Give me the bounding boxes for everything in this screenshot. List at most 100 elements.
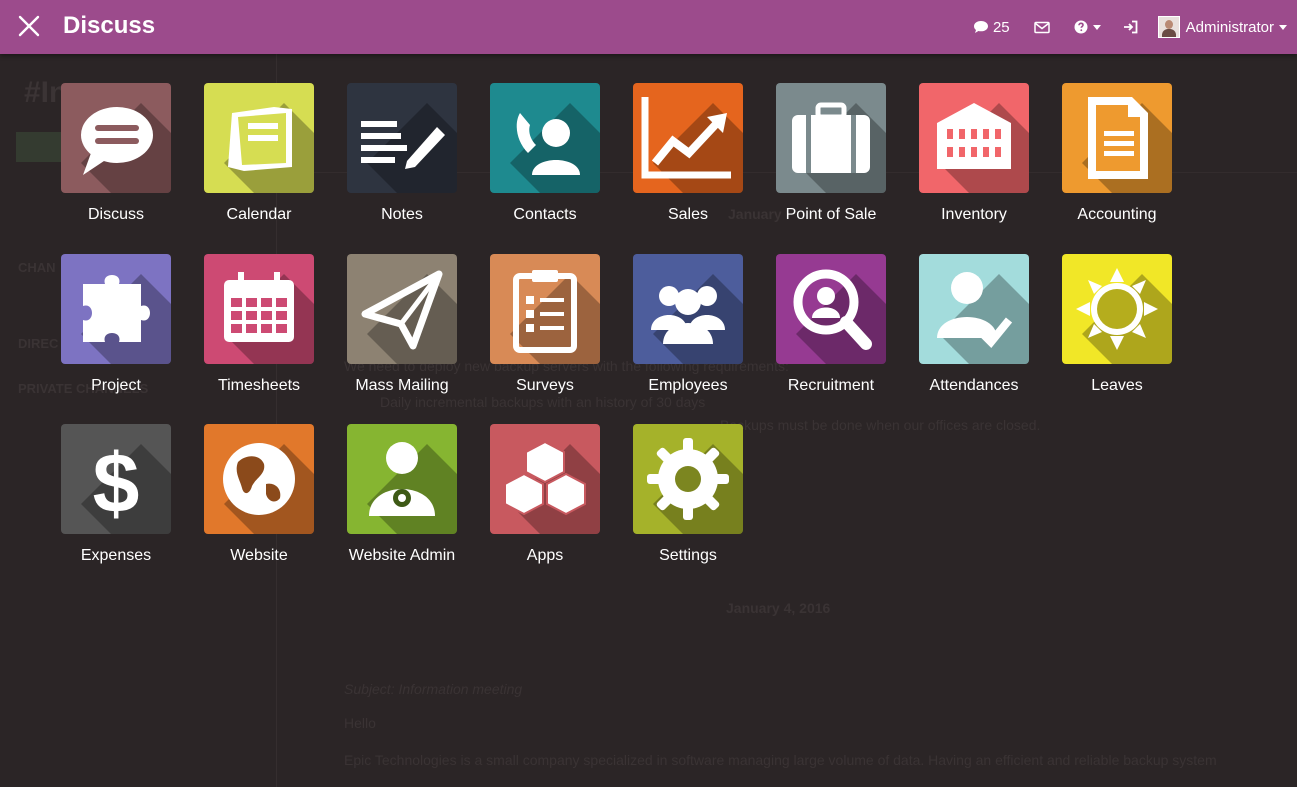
app-label: Apps xyxy=(526,547,564,564)
app-label: Attendances xyxy=(929,376,1019,394)
app-tile xyxy=(633,253,743,364)
app-tile xyxy=(1062,83,1172,193)
app-label: Employees xyxy=(648,376,728,394)
app-tile xyxy=(61,253,171,364)
app-mass-mailing[interactable]: Mass Mailing xyxy=(322,226,458,394)
app-label: Sales xyxy=(667,206,709,223)
app-sales[interactable]: Sales xyxy=(608,55,744,223)
sales-chart-icon xyxy=(641,97,743,193)
app-expenses[interactable]: $ Expenses xyxy=(36,396,172,564)
app-website-admin[interactable]: Website Admin xyxy=(322,396,458,564)
app-label: Website Admin xyxy=(348,547,456,564)
app-label: Leaves xyxy=(1091,376,1143,394)
app-settings[interactable]: Settings xyxy=(608,396,744,564)
app-menu-grid: Discuss Calendar Notes Contacts Sales Point o… xyxy=(0,0,1297,787)
cubes-icon xyxy=(504,440,600,534)
app-tile xyxy=(204,253,314,364)
app-tile xyxy=(61,83,171,193)
app-label: Inventory xyxy=(941,206,1007,223)
sign-in-icon xyxy=(1123,20,1138,34)
invoice-document-icon xyxy=(1082,97,1172,193)
briefcase-icon xyxy=(792,102,886,193)
app-tile xyxy=(776,253,886,364)
app-tile xyxy=(347,424,457,534)
app-tile xyxy=(919,253,1029,364)
app-website[interactable]: Website xyxy=(179,396,315,564)
app-tile: $ xyxy=(61,424,171,534)
envelope-icon xyxy=(1033,21,1050,33)
app-contacts[interactable]: Contacts xyxy=(465,55,601,223)
app-leaves[interactable]: Leaves xyxy=(1037,226,1173,394)
phone-contact-icon xyxy=(510,103,600,193)
app-label: Accounting xyxy=(1077,206,1157,223)
dollar-icon: $ xyxy=(81,436,171,534)
app-tile xyxy=(1062,253,1172,364)
app-label: Settings xyxy=(659,547,717,564)
app-tile xyxy=(347,83,457,193)
app-tile xyxy=(490,83,600,193)
app-apps[interactable]: Apps xyxy=(465,396,601,564)
app-calendar[interactable]: Calendar xyxy=(179,55,315,223)
close-app-menu-button[interactable] xyxy=(14,11,44,41)
app-surveys[interactable]: Surveys xyxy=(465,226,601,394)
app-label: Mass Mailing xyxy=(355,376,449,394)
app-point-of-sale[interactable]: Point of Sale xyxy=(751,55,887,223)
app-tile xyxy=(204,83,314,193)
paper-plane-icon xyxy=(361,270,457,364)
puzzle-icon xyxy=(81,273,171,364)
svg-text:$: $ xyxy=(93,436,140,530)
chevron-down-icon xyxy=(1092,24,1101,30)
chat-bubble-icon xyxy=(81,103,171,193)
app-label: Recruitment xyxy=(787,376,875,394)
help-menu-button[interactable] xyxy=(1074,20,1101,34)
warehouse-icon xyxy=(937,103,1029,193)
app-inventory[interactable]: Inventory xyxy=(894,55,1030,223)
app-label: Notes xyxy=(381,206,423,223)
app-notes[interactable]: Notes xyxy=(322,55,458,223)
chat-bubble-icon xyxy=(973,21,988,33)
user-menu-button[interactable]: Administrator xyxy=(1157,16,1287,38)
timesheet-calendar-icon xyxy=(224,271,314,364)
switch-login-button[interactable] xyxy=(1123,20,1138,34)
app-tile xyxy=(490,253,600,364)
app-label: Surveys xyxy=(516,376,574,394)
close-icon xyxy=(18,15,40,37)
app-label: Contacts xyxy=(513,206,577,223)
person-check-icon xyxy=(937,271,1029,364)
app-tile xyxy=(919,83,1029,193)
mail-button[interactable] xyxy=(1033,21,1050,34)
gear-icon xyxy=(647,438,743,534)
app-recruitment[interactable]: Recruitment xyxy=(751,226,887,394)
app-title: Discuss xyxy=(63,12,156,39)
clipboard-icon xyxy=(510,269,600,364)
app-tile xyxy=(490,424,600,534)
app-project[interactable]: Project xyxy=(36,226,172,394)
app-tile xyxy=(633,83,743,193)
app-tile xyxy=(776,83,886,193)
app-label: Website xyxy=(230,547,288,564)
avatar xyxy=(1157,16,1180,38)
magnifier-person-icon xyxy=(793,269,886,364)
app-accounting[interactable]: Accounting xyxy=(1037,55,1173,223)
globe-icon xyxy=(223,443,314,534)
question-circle-icon xyxy=(1074,20,1088,34)
user-name: Administrator xyxy=(1185,18,1274,36)
app-label: Discuss xyxy=(87,206,144,223)
app-label: Point of Sale xyxy=(785,206,877,223)
app-tile xyxy=(347,253,457,364)
message-count: 25 xyxy=(992,18,1010,36)
app-label: Expenses xyxy=(80,547,152,564)
calendar-book-icon xyxy=(224,103,314,193)
app-attendances[interactable]: Attendances xyxy=(894,226,1030,394)
app-employees[interactable]: Employees xyxy=(608,226,744,394)
person-gear-icon xyxy=(367,442,457,534)
app-discuss[interactable]: Discuss xyxy=(36,55,172,223)
chevron-down-icon xyxy=(1279,24,1287,30)
messages-button[interactable]: 25 xyxy=(973,19,1010,36)
app-label: Calendar xyxy=(226,206,292,223)
sun-icon xyxy=(1076,267,1172,364)
notes-pencil-icon xyxy=(361,103,457,193)
app-label: Timesheets xyxy=(217,376,301,394)
people-group-icon xyxy=(651,273,743,364)
app-timesheets[interactable]: Timesheets xyxy=(179,226,315,394)
